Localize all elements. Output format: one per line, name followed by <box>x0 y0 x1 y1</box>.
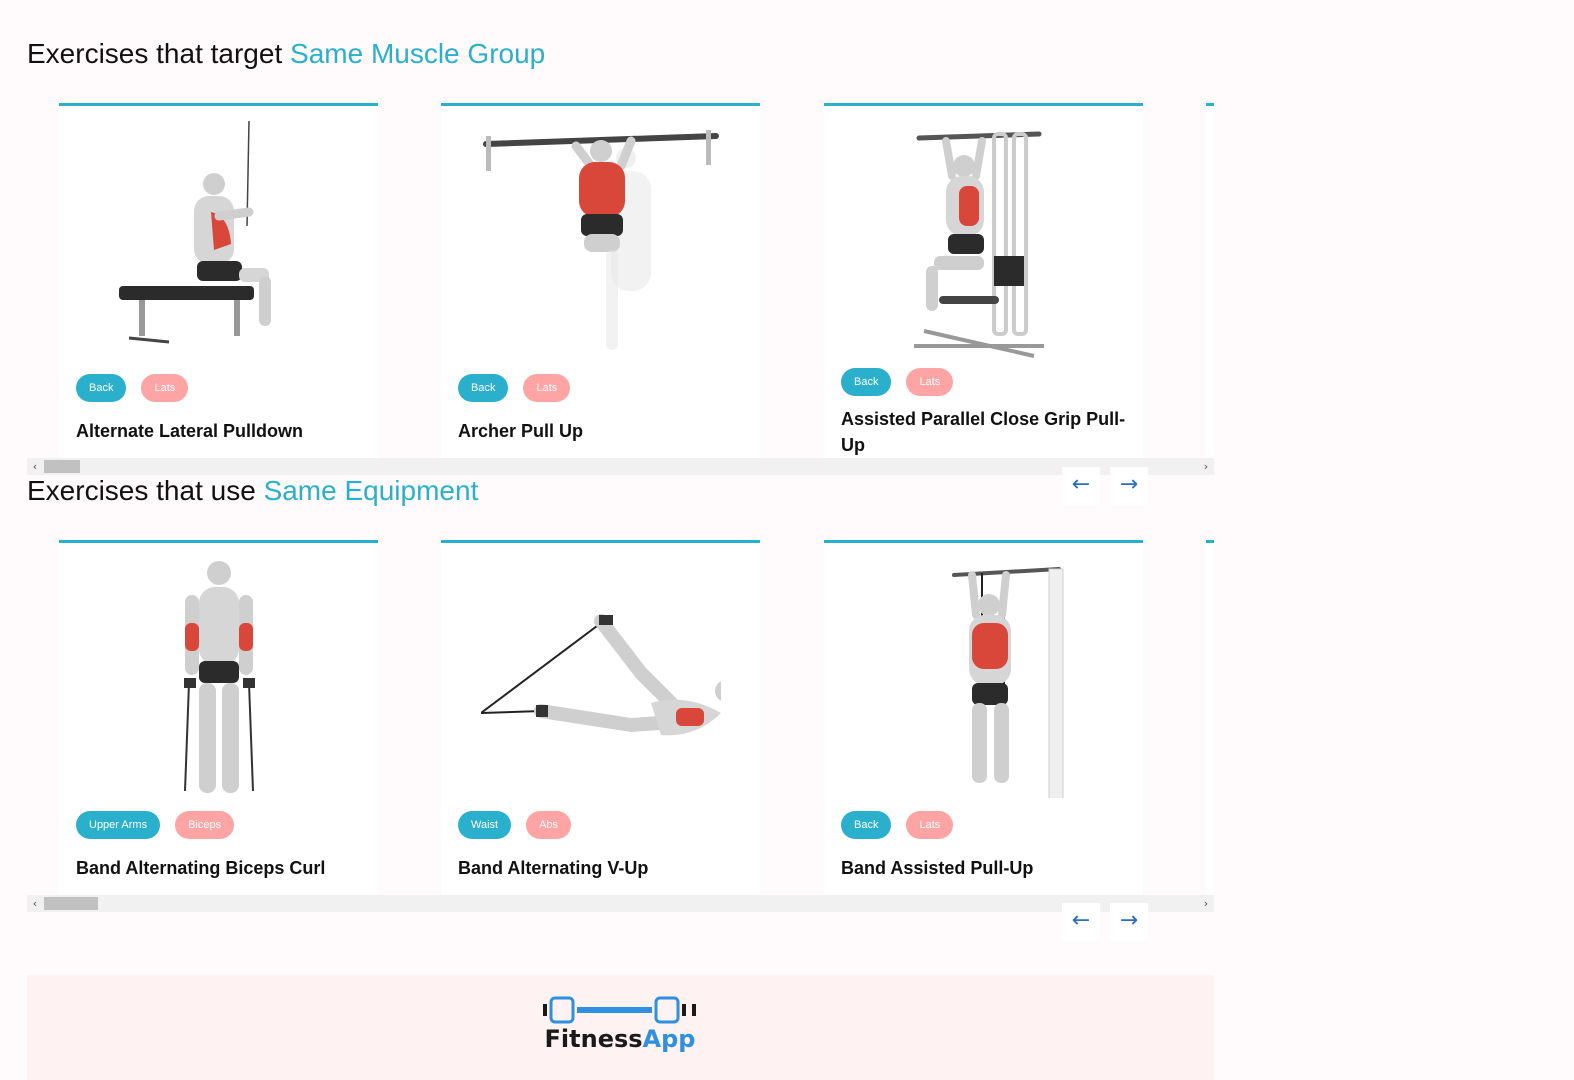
exercise-card[interactable]: Back Lats Alternate Lateral Pulldown <box>59 103 378 458</box>
exercise-image <box>483 130 719 350</box>
body-part-badge[interactable]: Waist <box>458 811 512 839</box>
target-muscle-badge[interactable]: Lats <box>906 811 954 839</box>
dumbbell-phone-icon <box>543 996 696 1024</box>
exercise-name[interactable]: Assisted Parallel Close Grip Pull-Up <box>841 406 1131 458</box>
exercise-card-partial[interactable] <box>1206 103 1214 458</box>
body-part-badge[interactable]: Upper Arms <box>76 811 161 839</box>
muscle-tags: Back Lats <box>841 811 954 839</box>
exercise-card[interactable]: Back Lats Band Assisted Pull-Up <box>824 540 1143 895</box>
section-title-equipment: Exercises that use Same Equipment <box>27 475 478 507</box>
logo-text: FitnessApp <box>540 1025 700 1053</box>
title-highlight: Same Muscle Group <box>290 38 546 69</box>
prev-arrow-icon[interactable]: ← <box>1062 903 1100 941</box>
scroll-left-icon[interactable]: ‹ <box>27 895 43 912</box>
scroll-right-icon[interactable]: › <box>1198 895 1214 912</box>
body-part-badge[interactable]: Back <box>458 374 509 402</box>
exercise-carousel-equipment[interactable]: Upper Arms Biceps Band Alternating Bicep… <box>27 540 1214 896</box>
logo-text-app: App <box>642 1025 696 1053</box>
exercise-image <box>481 614 721 736</box>
exercise-image <box>952 567 1064 798</box>
next-arrow-icon[interactable]: → <box>1110 467 1148 505</box>
exercise-card-partial[interactable] <box>1206 540 1214 895</box>
exercise-card[interactable]: Waist Abs Band Alternating V-Up <box>441 540 760 895</box>
target-muscle-badge[interactable]: Biceps <box>175 811 235 839</box>
body-part-badge[interactable]: Back <box>76 374 127 402</box>
exercise-image <box>119 120 271 344</box>
target-muscle-badge[interactable]: Abs <box>526 811 572 839</box>
horizontal-scrollbar[interactable]: ‹ › <box>27 895 1214 912</box>
fitness-app-logo[interactable]: FitnessApp <box>540 995 700 1057</box>
exercise-card[interactable]: Upper Arms Biceps Band Alternating Bicep… <box>59 540 378 895</box>
exercise-name[interactable]: Alternate Lateral Pulldown <box>76 418 366 444</box>
muscle-tags: Back Lats <box>841 368 954 396</box>
logo-text-fitness: Fitness <box>544 1025 643 1053</box>
exercise-image <box>184 561 255 793</box>
scroll-left-icon[interactable]: ‹ <box>27 458 43 475</box>
muscle-tags: Back Lats <box>76 374 189 402</box>
title-prefix: Exercises that use <box>27 475 264 506</box>
exercise-image <box>914 131 1044 358</box>
title-prefix: Exercises that target <box>27 38 291 69</box>
scrollbar-thumb[interactable] <box>44 897 98 910</box>
exercise-name[interactable]: Archer Pull Up <box>458 418 748 444</box>
target-muscle-badge[interactable]: Lats <box>523 374 571 402</box>
body-part-badge[interactable]: Back <box>841 811 892 839</box>
exercise-carousel-muscle[interactable]: Back Lats Alternate Lateral Pulldown Bac… <box>27 103 1214 459</box>
body-part-badge[interactable]: Back <box>841 368 892 396</box>
muscle-tags: Waist Abs <box>458 811 572 839</box>
target-muscle-badge[interactable]: Lats <box>141 374 189 402</box>
section-title-muscle: Exercises that target Same Muscle Group <box>27 38 545 70</box>
next-arrow-icon[interactable]: → <box>1110 903 1148 941</box>
scrollbar-thumb[interactable] <box>44 460 80 473</box>
prev-arrow-icon[interactable]: ← <box>1062 467 1100 505</box>
exercise-name[interactable]: Band Alternating V-Up <box>458 855 748 881</box>
exercise-card[interactable]: Back Lats Assisted Parallel Close Grip P… <box>824 103 1143 458</box>
horizontal-scrollbar[interactable]: ‹ › <box>27 458 1214 475</box>
exercise-card[interactable]: Back Lats Archer Pull Up <box>441 103 760 458</box>
title-highlight: Same Equipment <box>263 475 479 506</box>
exercise-name[interactable]: Band Assisted Pull-Up <box>841 855 1131 881</box>
muscle-tags: Upper Arms Biceps <box>76 811 235 839</box>
exercise-name[interactable]: Band Alternating Biceps Curl <box>76 855 366 881</box>
muscle-tags: Back Lats <box>458 374 571 402</box>
target-muscle-badge[interactable]: Lats <box>906 368 954 396</box>
scroll-right-icon[interactable]: › <box>1198 458 1214 475</box>
footer: FitnessApp <box>27 975 1214 1080</box>
